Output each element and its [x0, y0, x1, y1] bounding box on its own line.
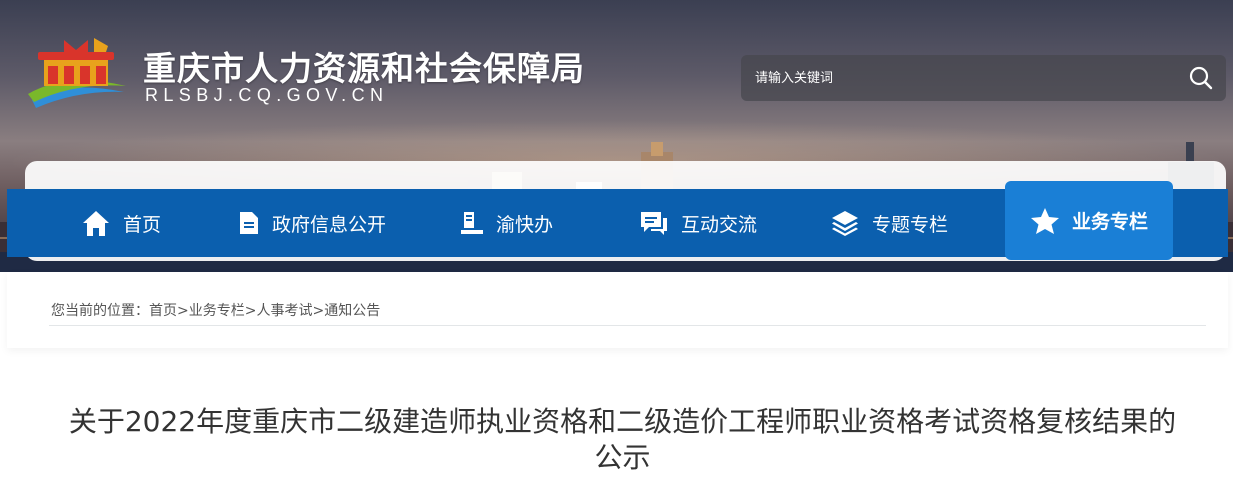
breadcrumb-item-exams[interactable]: 人事考试: [256, 303, 312, 319]
breadcrumb-separator: >: [312, 303, 325, 319]
nav-item-business[interactable]: 业务专栏: [1005, 181, 1173, 260]
site-domain: RLSBJ.CQ.GOV.CN: [145, 85, 389, 105]
breadcrumb-prefix: 您当前的位置：: [51, 303, 149, 319]
nav-item-label: 互动交流: [681, 213, 758, 236]
desk-user-icon: [461, 212, 483, 234]
nav-item-yukuaiban[interactable]: 渝快办: [460, 189, 553, 257]
document-icon: [240, 212, 258, 234]
nav-item-label: 业务专栏: [1071, 211, 1148, 233]
site-title[interactable]: 重庆市人力资源和社会保障局: [143, 42, 585, 90]
breadcrumb: 您当前的位置：首页>业务专栏>人事考试>通知公告: [51, 300, 380, 320]
nav-item-label: 政府信息公开: [272, 213, 387, 236]
breadcrumb-separator: >: [244, 303, 257, 319]
nav-item-label: 渝快办: [496, 213, 554, 236]
breadcrumb-item-notices[interactable]: 通知公告: [324, 303, 380, 319]
search-icon[interactable]: [1188, 65, 1214, 91]
breadcrumb-divider: [49, 325, 1206, 326]
star-icon: [1030, 207, 1059, 234]
nav-item-topics[interactable]: 专题专栏: [830, 189, 948, 257]
breadcrumb-separator: >: [177, 303, 189, 319]
article-title: 关于2022年度重庆市二级建造师执业资格和二级造价工程师职业资格考试资格复核结果…: [68, 405, 1177, 474]
nav-item-home[interactable]: 首页: [81, 189, 161, 257]
home-icon: [83, 211, 109, 236]
breadcrumb-item-home[interactable]: 首页: [149, 303, 177, 319]
nav-item-label: 首页: [123, 213, 162, 236]
temple-gate-logo-icon[interactable]: [26, 36, 128, 110]
main-nav: 首页 政府信息公开 渝快办 互动交流 专题专栏 业务专栏: [7, 181, 1228, 260]
layers-icon: [832, 211, 858, 236]
nav-item-label: 专题专栏: [872, 213, 949, 236]
nav-item-interaction[interactable]: 互动交流: [639, 189, 757, 257]
chat-icon: [641, 212, 667, 235]
search-input[interactable]: [755, 65, 1155, 91]
search-box: [741, 55, 1226, 101]
nav-item-gov-info[interactable]: 政府信息公开: [238, 189, 386, 257]
breadcrumb-item-business[interactable]: 业务专栏: [189, 303, 245, 319]
